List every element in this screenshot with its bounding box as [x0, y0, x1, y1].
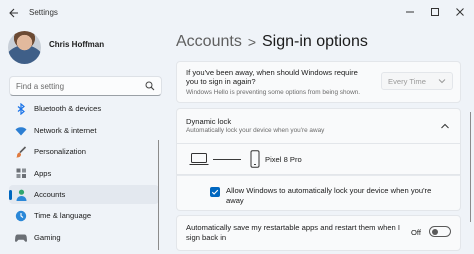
sidebar-item-label: Bluetooth & devices [34, 104, 102, 113]
search-box[interactable] [9, 76, 162, 96]
sidebar-item-label: Accounts [34, 190, 66, 199]
breadcrumb-parent[interactable]: Accounts [176, 33, 242, 51]
paintbrush-icon [15, 145, 27, 158]
maximize-button[interactable] [425, 4, 445, 20]
restart-apps-label: Automatically save my restartable apps a… [186, 223, 400, 242]
gamepad-icon [15, 232, 27, 244]
sidebar-item-label: Time & language [34, 211, 92, 220]
restart-apps-setting: Automatically save my restartable apps a… [176, 215, 461, 251]
phone-icon [250, 150, 260, 168]
auto-lock-checkbox[interactable] [210, 187, 220, 197]
sidebar-item-label: Gaming [34, 233, 61, 242]
sidebar-item-apps[interactable]: Apps [9, 164, 159, 183]
sidebar-item-time-language[interactable]: Time & language [9, 206, 159, 225]
away-timeout-select[interactable]: Every Time [381, 72, 453, 90]
wifi-icon [15, 125, 27, 137]
bluetooth-icon [15, 102, 27, 115]
connection-line [213, 159, 241, 161]
sidebar-item-gaming[interactable]: Gaming [9, 228, 159, 247]
apps-icon [15, 168, 27, 180]
away-setting-subtitle: Windows Hello is preventing some options… [186, 89, 361, 96]
dynamic-lock-subtitle: Automatically lock your device when you'… [186, 127, 325, 134]
paired-device-row: Pixel 8 Pro [176, 143, 461, 175]
title-bar: Settings [0, 0, 474, 28]
search-input[interactable] [16, 80, 136, 93]
breadcrumb: Accounts > Sign-in options [176, 31, 368, 53]
page-title: Sign-in options [262, 33, 368, 50]
main-scrollbar[interactable] [469, 62, 472, 252]
sidebar-item-personalization[interactable]: Personalization [9, 142, 159, 161]
search-icon[interactable] [145, 81, 155, 91]
sidebar-item-network-internet[interactable]: Network & internet [9, 121, 159, 140]
select-value: Every Time [388, 76, 426, 86]
dynamic-lock-option: Allow Windows to automatically lock your… [176, 175, 461, 211]
auto-lock-checkbox-label[interactable]: Allow Windows to automatically lock your… [226, 186, 441, 206]
back-arrow-icon[interactable] [6, 5, 22, 21]
sidebar-item-bluetooth-devices[interactable]: Bluetooth & devices [9, 99, 159, 118]
sidebar-scrollbar[interactable] [158, 140, 159, 250]
dynamic-lock-title: Dynamic lock [186, 117, 232, 126]
sidebar-item-accounts[interactable]: Accounts [9, 185, 159, 204]
toggle-knob [432, 228, 438, 235]
sidebar-item-label: Network & internet [34, 126, 97, 135]
breadcrumb-separator: > [247, 34, 256, 50]
globe-clock-icon [15, 210, 27, 222]
sidebar-item-label: Apps [34, 169, 52, 178]
active-indicator [9, 190, 12, 200]
close-button[interactable] [450, 4, 470, 20]
restart-apps-toggle[interactable] [429, 226, 451, 237]
laptop-icon [189, 153, 209, 165]
device-name: Pixel 8 Pro [265, 155, 302, 164]
away-setting-title: If you've been away, when should Windows… [186, 68, 358, 86]
away-signin-setting: If you've been away, when should Windows… [176, 61, 461, 103]
toggle-state-label: Off [411, 228, 421, 237]
minimize-button[interactable] [400, 4, 420, 20]
checkmark-icon [211, 189, 219, 195]
sidebar-item-label: Personalization [34, 147, 86, 156]
scrollbar-thumb[interactable] [470, 112, 471, 222]
person-icon [15, 189, 27, 201]
chevron-up-icon[interactable] [440, 121, 450, 131]
dynamic-lock-header[interactable]: Dynamic lock Automatically lock your dev… [176, 108, 461, 144]
chevron-down-icon [438, 79, 446, 84]
profile-name: Chris Hoffman [49, 40, 105, 49]
avatar[interactable] [8, 31, 41, 64]
window-title: Settings [29, 8, 58, 17]
